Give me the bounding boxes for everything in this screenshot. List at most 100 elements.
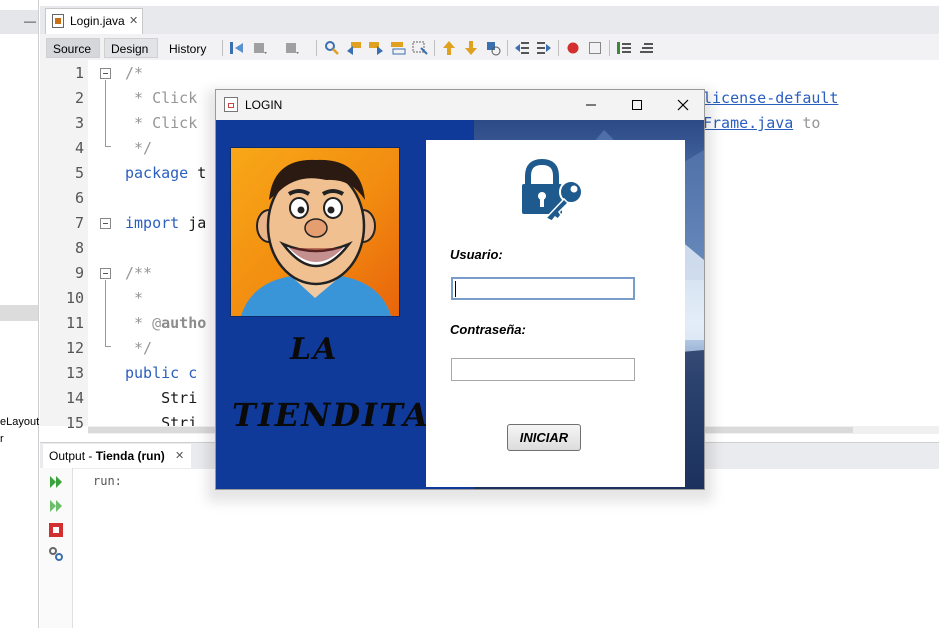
code-line[interactable]: Stri xyxy=(125,389,197,407)
tab-output[interactable]: Output - Tienda (run) ✕ xyxy=(43,444,191,468)
login-dialog: LOGIN LA TIENDITA Usuario: Contraseña: I… xyxy=(215,89,705,490)
record-macro-icon[interactable] xyxy=(565,40,581,56)
toolbar-separator xyxy=(222,40,223,56)
tab-login-java[interactable]: Login.java ✕ xyxy=(45,8,143,34)
code-line[interactable]: * @autho xyxy=(125,314,206,332)
code-token: import xyxy=(125,214,180,232)
line-number: 6 xyxy=(74,189,84,207)
back-icon[interactable] xyxy=(252,40,268,56)
next-bookmark-icon[interactable] xyxy=(463,40,479,56)
rerun-with-params-icon[interactable] xyxy=(48,498,64,514)
code-token: * xyxy=(125,289,144,307)
code-line[interactable]: import ja xyxy=(125,214,206,232)
code-line[interactable]: */ xyxy=(125,339,152,357)
fold-toggle-icon[interactable] xyxy=(100,268,111,279)
output-tab-prefix: Output - xyxy=(49,449,96,463)
output-tab-label: Output - Tienda (run) xyxy=(49,449,165,463)
find-prev-icon[interactable] xyxy=(346,40,362,56)
code-line[interactable]: /** xyxy=(125,264,152,282)
minimize-icon[interactable] xyxy=(568,90,614,120)
toolbar-separator xyxy=(507,40,508,56)
code-token: */ xyxy=(125,339,153,357)
code-token: * Click xyxy=(125,114,198,132)
line-number: 8 xyxy=(74,239,84,257)
iniciar-button[interactable]: INICIAR xyxy=(507,424,581,451)
fold-toggle-icon[interactable] xyxy=(100,68,111,79)
code-token: c xyxy=(179,364,198,382)
code-token: */ xyxy=(125,139,153,157)
history-view-button[interactable]: History xyxy=(162,38,216,58)
code-token: /* xyxy=(125,64,144,82)
cartoon-man-icon xyxy=(241,159,391,316)
code-token: * Click xyxy=(125,89,198,107)
fold-toggle-icon[interactable] xyxy=(100,218,111,229)
last-edit-icon[interactable] xyxy=(229,40,245,56)
code-token: /** xyxy=(125,264,153,282)
line-number: 5 xyxy=(74,164,84,182)
line-number: 3 xyxy=(74,114,84,132)
code-token: * @ xyxy=(125,314,162,332)
toggle-highlight-icon[interactable] xyxy=(412,40,428,56)
toolbar-separator xyxy=(609,40,610,56)
rerun-icon[interactable] xyxy=(48,474,64,490)
prev-bookmark-icon[interactable] xyxy=(441,40,457,56)
code-line[interactable]: package t xyxy=(125,164,206,182)
find-icon[interactable] xyxy=(324,40,340,56)
find-selection-icon[interactable] xyxy=(390,40,406,56)
java-file-icon xyxy=(52,14,64,28)
store-mascot-image xyxy=(230,147,400,317)
line-number: 10 xyxy=(65,289,84,307)
usuario-input[interactable] xyxy=(451,277,635,300)
navigator-item-text[interactable]: eLayout xyxy=(0,416,39,428)
line-number: 9 xyxy=(74,264,84,282)
stop-icon[interactable] xyxy=(48,522,64,538)
settings-icon[interactable] xyxy=(48,546,64,562)
line-number: 7 xyxy=(74,214,84,232)
lock-key-icon xyxy=(522,158,583,222)
text-caret xyxy=(455,281,456,297)
shift-left-icon[interactable] xyxy=(514,40,530,56)
find-next-icon[interactable] xyxy=(368,40,384,56)
password-input[interactable] xyxy=(451,358,635,381)
brand-name-line-2: TIENDITA xyxy=(232,396,431,434)
brand-name-line-1: LA xyxy=(290,332,339,367)
code-token: to xyxy=(793,114,821,132)
dialog-title: LOGIN xyxy=(245,98,283,112)
code-line[interactable]: public c xyxy=(125,364,197,382)
comment-icon[interactable] xyxy=(616,40,632,56)
toolbar-separator xyxy=(316,40,317,56)
design-view-button[interactable]: Design xyxy=(104,38,158,58)
line-number: 1 xyxy=(74,64,84,82)
shift-right-icon[interactable] xyxy=(536,40,552,56)
code-token: autho xyxy=(161,314,207,332)
line-number: 11 xyxy=(65,314,84,332)
navigator-item-text[interactable]: r xyxy=(0,433,4,445)
line-number: 15 xyxy=(65,414,84,432)
usuario-label: Usuario: xyxy=(450,247,503,262)
forward-icon[interactable] xyxy=(284,40,300,56)
fold-guide-end xyxy=(105,146,111,147)
code-line[interactable]: * xyxy=(125,289,143,307)
code-line[interactable]: */ xyxy=(125,139,152,157)
stop-macro-icon[interactable] xyxy=(587,40,603,56)
line-number: 13 xyxy=(65,364,84,382)
maximize-icon[interactable] xyxy=(614,90,660,120)
output-tab-project: Tienda (run) xyxy=(95,449,165,463)
minimize-panel-button[interactable]: — xyxy=(24,14,36,28)
line-number: 2 xyxy=(74,89,84,107)
code-token: public xyxy=(125,364,180,382)
fold-guide xyxy=(105,280,106,346)
close-output-icon[interactable]: ✕ xyxy=(175,449,184,462)
login-form-panel: Usuario: Contraseña: INICIAR xyxy=(426,140,685,487)
editor-tab-bar xyxy=(40,6,939,34)
line-number: 14 xyxy=(65,389,84,407)
line-number: 4 xyxy=(74,139,84,157)
dialog-title-bar[interactable]: LOGIN xyxy=(216,90,704,120)
close-icon[interactable] xyxy=(660,90,706,120)
toggle-bookmark-icon[interactable] xyxy=(485,40,501,56)
source-view-button[interactable]: Source xyxy=(46,38,100,58)
code-line[interactable]: /* xyxy=(125,64,143,82)
close-tab-icon[interactable]: ✕ xyxy=(129,14,138,27)
uncomment-icon[interactable] xyxy=(638,40,654,56)
toolbar-separator xyxy=(558,40,559,56)
